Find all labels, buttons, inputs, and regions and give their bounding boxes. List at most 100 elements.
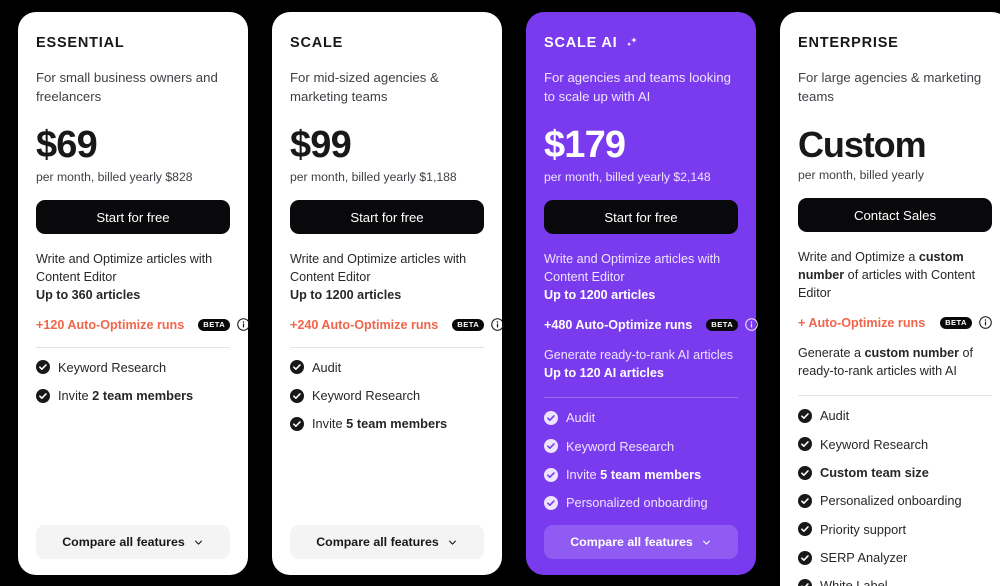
beta-badge: BETA (706, 318, 739, 331)
check-circle-icon (798, 409, 812, 424)
start-for-free-button[interactable]: Start for free (544, 200, 738, 235)
plan-name-label: SCALE (290, 35, 344, 51)
feature-check-label: Personalized onboarding (820, 493, 962, 509)
start-for-free-button[interactable]: Start for free (36, 200, 230, 235)
plan-tagline: For mid-sized agencies & marketing teams (290, 69, 439, 104)
plan-price: $69 (36, 123, 98, 166)
feature-check-item: Keyword Research (36, 360, 230, 375)
feature-line: Generate ready-to-rank AI articles (544, 347, 733, 362)
info-icon[interactable] (491, 318, 504, 331)
compare-all-features-button[interactable]: Compare all features (290, 525, 484, 559)
feature-line: Write and Optimize articles with Content… (290, 252, 467, 284)
feature-line: Up to 1200 articles (290, 287, 402, 302)
check-circle-icon (544, 411, 558, 426)
feature-check-list: Audit Keyword Research Invite 5 team membe… (544, 410, 738, 510)
flex-spacer (36, 403, 230, 525)
auto-optimize-runs-label: + Auto-Optimize runs (798, 315, 926, 330)
plan-feature-block: Write and Optimize articles with Content… (36, 251, 230, 305)
feature-check-label: Invite 5 team members (312, 416, 448, 432)
compare-all-features-button[interactable]: Compare all features (544, 525, 738, 559)
feature-check-item: Custom team size (798, 465, 992, 480)
feature-check-label: Keyword Research (58, 359, 167, 375)
feature-check-label: Keyword Research (312, 388, 421, 404)
beta-badge: BETA (452, 318, 485, 331)
contact-sales-button[interactable]: Contact Sales (798, 198, 992, 233)
check-circle-icon (36, 360, 50, 375)
feature-check-label: SERP Analyzer (820, 550, 908, 566)
check-circle-icon (290, 360, 304, 375)
plan-tagline: For agencies and teams looking to scale … (544, 69, 731, 104)
feature-check-item: Personalized onboarding (798, 493, 992, 508)
feature-check-item: Keyword Research (290, 388, 484, 403)
beta-badge: BETA (940, 316, 972, 329)
start-for-free-button[interactable]: Start for free (290, 200, 484, 235)
feature-check-item: Keyword Research (544, 439, 738, 454)
pricing-card-list: ESSENTIAL For small business owners and f… (18, 12, 1000, 586)
feature-check-label: Priority support (820, 521, 907, 537)
check-circle-icon (798, 579, 812, 586)
feature-check-label: White Label (820, 578, 888, 586)
feature-line: Generate a custom number of ready-to-ran… (798, 345, 973, 378)
feature-check-label: Invite 5 team members (566, 467, 702, 483)
sparkle-icon (624, 36, 639, 51)
divider (544, 397, 738, 399)
plan-name-scale: SCALE (290, 35, 484, 52)
check-circle-icon (544, 467, 558, 482)
auto-optimize-runs-row: +240 Auto-Optimize runs BETA (290, 317, 504, 332)
pricing-card-scale-ai: SCALE AI For agencies and teams looking t… (526, 12, 758, 575)
check-circle-icon (36, 388, 50, 403)
feature-check-item: Invite 5 team members (544, 467, 738, 482)
feature-check-label: Audit (312, 359, 342, 375)
info-icon[interactable] (745, 318, 758, 331)
plan-tagline: For small business owners and freelancer… (36, 69, 218, 104)
pricing-page: ESSENTIAL For small business owners and f… (0, 0, 1000, 586)
plan-price: $179 (544, 123, 626, 166)
pricing-card-scale: SCALE For mid-sized agencies & marketing … (272, 12, 504, 575)
check-circle-icon (544, 496, 558, 511)
plan-price: $99 (290, 123, 352, 166)
feature-check-label: Keyword Research (566, 438, 675, 454)
info-icon[interactable] (237, 318, 250, 331)
pricing-card-essential: ESSENTIAL For small business owners and f… (18, 12, 250, 575)
auto-optimize-runs-row: +120 Auto-Optimize runs BETA (36, 317, 250, 332)
ai-generation-block: Generate ready-to-rank AI articles Up to … (544, 347, 738, 383)
beta-badge: BETA (198, 318, 231, 331)
plan-feature-block: Write and Optimize articles with Content… (290, 251, 484, 305)
feature-line: Write and Optimize a custom number of ar… (798, 250, 976, 300)
divider (36, 346, 230, 348)
compare-all-features-label: Compare all features (316, 535, 439, 549)
check-circle-icon (798, 522, 812, 537)
check-circle-icon (798, 494, 812, 509)
feature-check-item: White Label (798, 578, 992, 586)
plan-feature-block: Write and Optimize articles with Content… (544, 251, 738, 305)
feature-line: Up to 1200 articles (544, 287, 656, 302)
feature-check-label: Audit (820, 408, 850, 424)
chevron-down-icon (701, 537, 712, 548)
feature-line: Up to 120 AI articles (544, 365, 664, 380)
plan-name-label: ESSENTIAL (36, 35, 125, 51)
info-icon[interactable] (979, 316, 992, 329)
auto-optimize-runs-label: +240 Auto-Optimize runs (290, 317, 439, 332)
plan-name-enterprise: ENTERPRISE (798, 35, 992, 52)
check-circle-icon (290, 417, 304, 432)
plan-feature-block: Write and Optimize a custom number of ar… (798, 249, 992, 303)
divider (290, 346, 484, 348)
plan-billing-note: per month, billed yearly (798, 168, 924, 183)
feature-check-item: Invite 5 team members (290, 416, 484, 431)
compare-all-features-button[interactable]: Compare all features (36, 525, 230, 559)
plan-name-label: SCALE AI (544, 35, 618, 51)
feature-check-item: SERP Analyzer (798, 550, 992, 565)
feature-check-item: Invite 2 team members (36, 388, 230, 403)
flex-spacer (290, 432, 484, 525)
feature-check-label: Audit (566, 410, 596, 426)
plan-name-essential: ESSENTIAL (36, 35, 230, 52)
plan-name-label: ENTERPRISE (798, 35, 899, 51)
feature-line: Write and Optimize articles with Content… (544, 252, 721, 284)
check-circle-icon (798, 465, 812, 480)
compare-all-features-label: Compare all features (570, 535, 693, 549)
auto-optimize-runs-label: +480 Auto-Optimize runs (544, 317, 693, 332)
divider (798, 395, 992, 397)
feature-check-label: Invite 2 team members (58, 388, 194, 404)
auto-optimize-runs-label: +120 Auto-Optimize runs (36, 317, 185, 332)
feature-check-list: Keyword Research Invite 2 team members (36, 360, 230, 404)
